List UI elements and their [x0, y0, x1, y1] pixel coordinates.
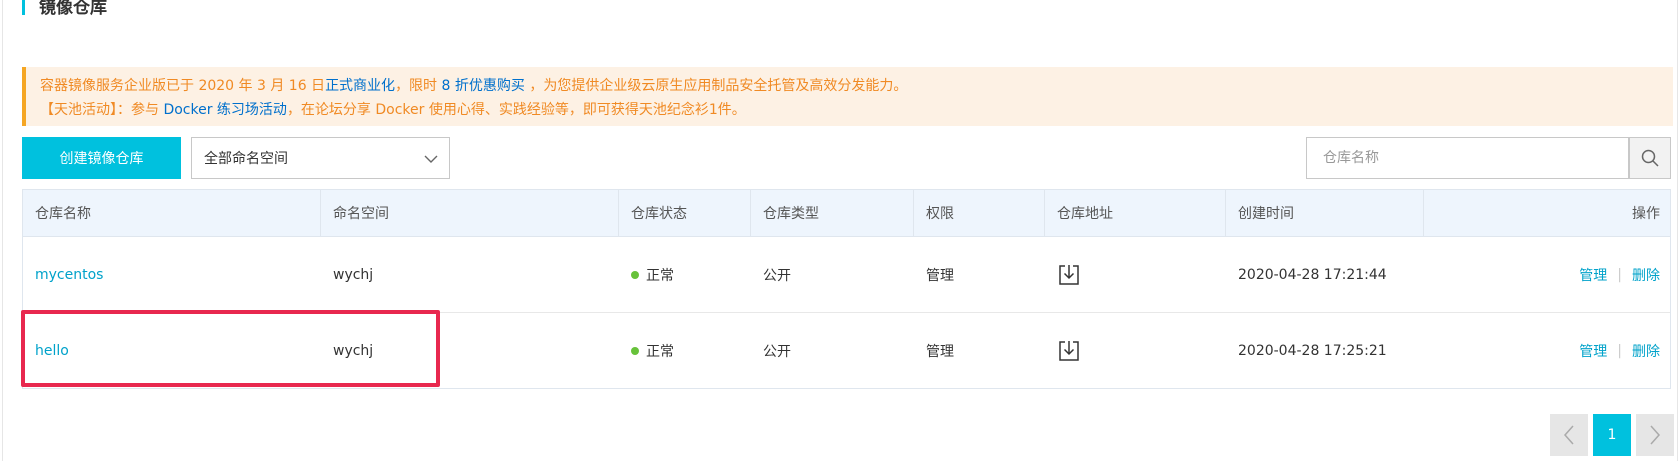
notice-line-2: 【天池活动】：参与 Docker 练习场活动，在论坛分享 Docker 使用心得…	[40, 98, 1673, 122]
delete-link[interactable]: 删除	[1632, 341, 1660, 361]
notice-text: 【天池活动】：参与	[40, 102, 164, 118]
col-header-type: 仓库类型	[751, 190, 914, 236]
table-row: mycentos wychj 正常 公开 管理 2020-04-28 17:21…	[23, 237, 1670, 313]
title-accent-bar	[22, 0, 25, 15]
chevron-down-icon	[424, 155, 438, 163]
col-header-address: 仓库地址	[1045, 190, 1226, 236]
search-button[interactable]	[1629, 137, 1671, 179]
type-cell: 公开	[763, 267, 791, 284]
manage-link[interactable]: 管理	[1579, 265, 1607, 285]
commercial-link[interactable]: 正式商业化	[325, 78, 395, 94]
delete-link[interactable]: 删除	[1632, 265, 1660, 285]
namespace-cell: wychj	[333, 266, 374, 283]
namespace-select-value: 全部命名空间	[204, 151, 288, 167]
manage-link[interactable]: 管理	[1579, 341, 1607, 361]
download-icon[interactable]	[1057, 339, 1081, 363]
status-dot	[631, 270, 639, 279]
col-header-namespace: 命名空间	[321, 190, 619, 236]
notice-text: 容器镜像服务企业版已于 2020 年 3 月 16 日	[40, 78, 326, 94]
create-repo-button[interactable]: 创建镜像仓库	[22, 137, 181, 179]
discount-link[interactable]: 8 折优惠购买	[442, 78, 525, 94]
chevron-left-icon	[1563, 425, 1574, 445]
download-icon[interactable]	[1057, 263, 1081, 287]
notice-text: ，为您提供企业级云原生应用制品安全托管及高效分发能力。	[524, 78, 908, 94]
op-divider: |	[1617, 342, 1622, 359]
repo-name-link[interactable]: hello	[35, 343, 69, 359]
pagination-next-button[interactable]	[1636, 414, 1674, 456]
page-title: 镜像仓库	[39, 0, 107, 18]
permission-cell: 管理	[926, 343, 954, 360]
col-header-created: 创建时间	[1226, 190, 1424, 236]
col-header-status: 仓库状态	[619, 190, 751, 236]
col-header-permission: 权限	[914, 190, 1045, 236]
pagination-prev-button[interactable]	[1550, 414, 1588, 456]
search-icon	[1641, 149, 1659, 167]
notice-banner: 容器镜像服务企业版已于 2020 年 3 月 16 日正式商业化，限时 8 折优…	[22, 67, 1673, 126]
repo-name-link[interactable]: mycentos	[35, 267, 103, 283]
table-row: hello wychj 正常 公开 管理 2020-04-28 17:25:21…	[23, 313, 1670, 388]
notice-text: ，限时	[395, 78, 442, 94]
repo-table: 仓库名称 命名空间 仓库状态 仓库类型 权限 仓库地址 创建时间 操作 myce…	[22, 189, 1671, 389]
page-left-border	[2, 0, 3, 461]
docker-activity-link[interactable]: Docker 练习场活动	[163, 102, 286, 118]
status-cell: 正常	[646, 267, 674, 284]
type-cell: 公开	[763, 343, 791, 360]
page-header: 镜像仓库	[22, 0, 107, 18]
search-box	[1306, 137, 1629, 179]
notice-line-1: 容器镜像服务企业版已于 2020 年 3 月 16 日正式商业化，限时 8 折优…	[40, 74, 1673, 98]
chevron-right-icon	[1650, 425, 1661, 445]
permission-cell: 管理	[926, 267, 954, 284]
notice-text: ，在论坛分享 Docker 使用心得、实践经验等，即可获得天池纪念衫1件。	[286, 102, 746, 118]
namespace-select[interactable]: 全部命名空间	[191, 137, 450, 179]
status-cell: 正常	[646, 343, 674, 360]
created-time-cell: 2020-04-28 17:25:21	[1238, 342, 1387, 359]
created-time-cell: 2020-04-28 17:21:44	[1238, 266, 1387, 283]
search-input[interactable]	[1307, 138, 1628, 178]
pagination-page-1[interactable]: 1	[1593, 414, 1631, 456]
col-header-name: 仓库名称	[23, 190, 321, 236]
status-dot	[631, 346, 639, 355]
namespace-cell: wychj	[333, 342, 374, 359]
table-header: 仓库名称 命名空间 仓库状态 仓库类型 权限 仓库地址 创建时间 操作	[23, 190, 1670, 237]
col-header-actions: 操作	[1632, 206, 1660, 222]
page-right-border	[1677, 0, 1678, 461]
op-divider: |	[1617, 266, 1622, 283]
